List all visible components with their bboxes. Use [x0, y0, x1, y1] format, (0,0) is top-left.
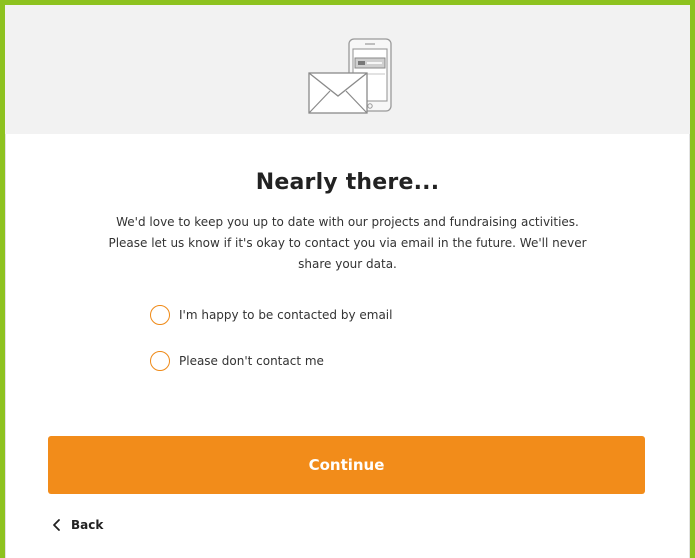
- description-line: We'd love to keep you up to date with ou…: [116, 215, 579, 229]
- option-do-not-contact[interactable]: Please don't contact me: [150, 349, 324, 373]
- description-line: share your data.: [298, 257, 397, 271]
- option-label: I'm happy to be contacted by email: [179, 308, 393, 322]
- chevron-left-icon: [53, 519, 60, 531]
- option-contact-by-email[interactable]: I'm happy to be contacted by email: [150, 303, 392, 327]
- radio-button[interactable]: [150, 351, 170, 371]
- option-label: Please don't contact me: [179, 354, 324, 368]
- radio-button[interactable]: [150, 305, 170, 325]
- continue-button[interactable]: Continue: [48, 436, 645, 494]
- back-label: Back: [71, 518, 104, 532]
- page-title: Nearly there...: [255, 170, 440, 195]
- page-frame: Nearly there... We'd love to keep you up…: [0, 0, 695, 558]
- phone-and-envelope-icon: [308, 38, 392, 114]
- description-line: Please let us know if it's okay to conta…: [108, 236, 587, 250]
- header-band: [5, 5, 690, 134]
- consent-description: We'd love to keep you up to date with ou…: [66, 212, 629, 275]
- back-link[interactable]: Back: [50, 515, 103, 535]
- consent-panel: Nearly there... We'd love to keep you up…: [5, 134, 690, 558]
